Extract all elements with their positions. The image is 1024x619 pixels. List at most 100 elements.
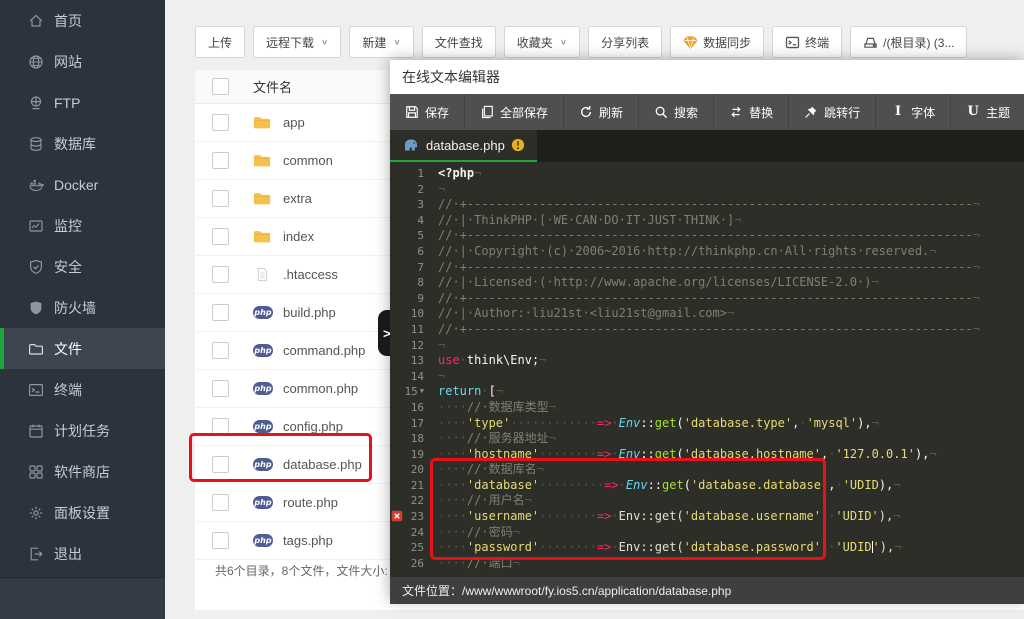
- row-checkbox[interactable]: [212, 228, 229, 245]
- share-list-button[interactable]: 分享列表: [588, 26, 662, 58]
- row-checkbox[interactable]: [212, 266, 229, 283]
- code-text: //·|·Author:·liu21st·<liu21st@gmail.com>…: [430, 306, 1024, 322]
- sidebar-item-label: 安全: [54, 257, 82, 277]
- button-label: 上传: [208, 34, 232, 51]
- logout-icon: [28, 546, 44, 562]
- code-text: <?php¬: [430, 166, 1024, 182]
- code-line-25: 25····'password'········=>·Env::get('dat…: [390, 540, 1024, 556]
- code-text: ····//·服务器地址¬: [430, 431, 1024, 447]
- line-number: 26: [390, 556, 430, 572]
- code-line-6: 6//·|·Copyright·(c)·2006~2016·http://thi…: [390, 244, 1024, 260]
- shield-icon: [28, 300, 44, 316]
- chevron-down-icon: ∨: [393, 38, 400, 47]
- sidebar-item-docker[interactable]: Docker: [0, 164, 165, 205]
- sidebar-item-site[interactable]: 网站: [0, 41, 165, 82]
- sidebar-item-panel-settings[interactable]: 面板设置: [0, 492, 165, 533]
- file-list-summary: 共6个目录，8个文件，文件大小: 计算: [215, 562, 415, 579]
- line-number: 22: [390, 493, 430, 509]
- code-text: //·+------------------------------------…: [430, 291, 1024, 307]
- php-elephant-icon: [402, 138, 420, 152]
- sidebar-item-home[interactable]: 首页: [0, 0, 165, 41]
- code-text: ····//·密码¬: [430, 525, 1024, 541]
- refresh-icon: [579, 105, 593, 119]
- editor-theme-button[interactable]: U主题: [951, 94, 1024, 130]
- editor-save-all-button[interactable]: 全部保存: [465, 94, 564, 130]
- php-file-icon: php: [253, 381, 273, 397]
- line-number: 15▼: [390, 384, 430, 400]
- sidebar-item-label: 终端: [54, 380, 82, 400]
- row-checkbox[interactable]: [212, 342, 229, 359]
- data-sync-button[interactable]: 数据同步: [670, 26, 764, 58]
- sidebar-item-app-store[interactable]: 软件商店: [0, 451, 165, 492]
- sidebar-item-label: 监控: [54, 216, 82, 236]
- db-icon: [28, 136, 44, 152]
- code-text: //·|·Copyright·(c)·2006~2016·http://thin…: [430, 244, 1024, 260]
- line-number: 6: [390, 244, 430, 260]
- upload-button[interactable]: 上传: [195, 26, 245, 58]
- editor-goto-line-button[interactable]: 跳转行: [789, 94, 876, 130]
- row-checkbox[interactable]: [212, 114, 229, 131]
- code-line-26: 26····//·端口¬: [390, 556, 1024, 572]
- code-line-1: 1<?php¬: [390, 166, 1024, 182]
- app-root: 首页网站FTP数据库Docker监控安全防火墙文件终端计划任务软件商店面板设置退…: [0, 0, 1024, 619]
- replace-icon: [729, 105, 743, 119]
- sidebar-item-cron[interactable]: 计划任务: [0, 410, 165, 451]
- shieldcheck-icon: [28, 259, 44, 275]
- row-checkbox[interactable]: [212, 152, 229, 169]
- store-icon: [28, 464, 44, 480]
- sidebar-item-logout[interactable]: 退出: [0, 533, 165, 574]
- code-line-15: 15▼return·[¬: [390, 384, 1024, 400]
- tab-database-php[interactable]: database.php: [390, 130, 537, 162]
- button-label: 刷新: [599, 104, 623, 121]
- row-checkbox[interactable]: [212, 304, 229, 321]
- code-text: ····'password'········=>·Env::get('datab…: [430, 540, 1024, 556]
- sidebar-item-ftp[interactable]: FTP: [0, 82, 165, 123]
- editor-header: 在线文本编辑器: [390, 60, 1024, 94]
- terminal-button[interactable]: 终端: [772, 26, 842, 58]
- row-checkbox[interactable]: [212, 190, 229, 207]
- line-number: 5: [390, 228, 430, 244]
- root-dir-button[interactable]: /(根目录) (3...: [850, 26, 967, 58]
- file-search-button[interactable]: 文件查找: [422, 26, 496, 58]
- code-text: //·|·Licensed·(·http://www.apache.org/li…: [430, 275, 1024, 291]
- code-text: ····//·数据库类型¬: [430, 400, 1024, 416]
- sidebar-item-security[interactable]: 安全: [0, 246, 165, 287]
- line-number: 19: [390, 447, 430, 463]
- sidebar-item-label: 网站: [54, 52, 82, 72]
- sidebar-item-terminal[interactable]: 终端: [0, 369, 165, 410]
- sidebar-item-monitor[interactable]: 监控: [0, 205, 165, 246]
- sidebar-item-label: 数据库: [54, 134, 96, 154]
- line-number: 14: [390, 369, 430, 385]
- folder-icon: [253, 191, 273, 207]
- code-line-13: 13use·think\Env;¬: [390, 353, 1024, 369]
- code-area[interactable]: 1<?php¬2¬3//·+--------------------------…: [390, 162, 1024, 577]
- code-text: ····'hostname'········=>·Env::get('datab…: [430, 447, 1024, 463]
- code-line-4: 4//·|·ThinkPHP·[·WE·CAN·DO·IT·JUST·THINK…: [390, 213, 1024, 229]
- editor-save-button[interactable]: 保存: [390, 94, 465, 130]
- fold-arrow-icon[interactable]: ▼: [420, 387, 424, 395]
- sidebar-item-firewall[interactable]: 防火墙: [0, 287, 165, 328]
- code-line-16: 16····//·数据库类型¬: [390, 400, 1024, 416]
- row-checkbox[interactable]: [212, 380, 229, 397]
- editor-replace-button[interactable]: 替换: [714, 94, 789, 130]
- remote-download-button[interactable]: 远程下载∨: [253, 26, 341, 58]
- row-checkbox[interactable]: [212, 494, 229, 511]
- code-text: //·+------------------------------------…: [430, 228, 1024, 244]
- save-all-icon: [480, 105, 494, 119]
- sidebar-item-database[interactable]: 数据库: [0, 123, 165, 164]
- select-all-checkbox[interactable]: [212, 78, 229, 95]
- folder-icon: [253, 153, 273, 169]
- editor-refresh-button[interactable]: 刷新: [564, 94, 639, 130]
- row-checkbox[interactable]: [212, 418, 229, 435]
- editor-font-button[interactable]: I字体: [876, 94, 951, 130]
- sidebar-bottom-section: [0, 577, 165, 619]
- new-button[interactable]: 新建∨: [349, 26, 413, 58]
- sidebar-item-files[interactable]: 文件: [0, 328, 165, 369]
- sidebar-item-label: 防火墙: [54, 298, 96, 318]
- file-name: command.php: [283, 343, 365, 358]
- row-checkbox[interactable]: [212, 532, 229, 549]
- code-text: //·+------------------------------------…: [430, 322, 1024, 338]
- row-checkbox[interactable]: [212, 456, 229, 473]
- editor-search-button[interactable]: 搜索: [639, 94, 714, 130]
- favorites-button[interactable]: 收藏夹∨: [504, 26, 580, 58]
